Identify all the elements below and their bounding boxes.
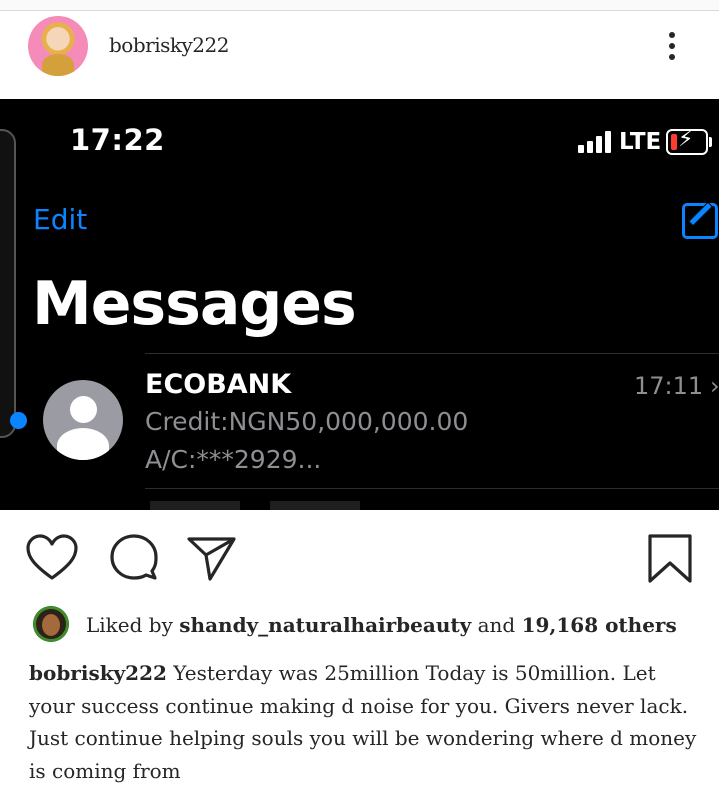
post-caption: bobrisky222 Yesterday was 25million Toda…: [29, 657, 699, 787]
post-username[interactable]: bobrisky222: [109, 33, 229, 57]
more-options-icon[interactable]: [660, 29, 684, 65]
next-message-partial: [150, 501, 450, 510]
contact-avatar-icon: [43, 380, 123, 460]
unread-indicator: [10, 412, 27, 429]
profile-avatar[interactable]: [28, 16, 88, 76]
status-indicators: LTE ⚡: [578, 127, 719, 157]
more-dot: [669, 32, 675, 38]
signal-icon: [578, 131, 614, 153]
more-dot: [669, 54, 675, 60]
likes-row: Liked by shandy_naturalhairbeauty and 19…: [0, 605, 719, 647]
message-sender: ECOBANK: [145, 369, 292, 400]
messages-title: Messages: [32, 269, 357, 339]
liker-username[interactable]: shandy_naturalhairbeauty: [179, 613, 471, 637]
message-preview-line2: A/C:***2929...: [145, 445, 322, 474]
message-preview-line1: Credit:NGN50,000,000.00: [145, 407, 469, 436]
network-label: LTE: [619, 129, 662, 155]
likes-text: Liked by shandy_naturalhairbeauty and 19…: [86, 613, 677, 637]
divider: [145, 353, 719, 354]
more-dot: [669, 43, 675, 49]
message-time: 17:11: [634, 372, 704, 400]
heart-icon[interactable]: [26, 533, 78, 585]
post-header: bobrisky222: [0, 11, 719, 99]
divider: [145, 488, 719, 489]
chevron-right-icon: ›: [710, 372, 719, 400]
post-actions: [0, 510, 719, 602]
post-image[interactable]: 17:22 LTE ⚡ Edit Messages ECOBANK 17:11 …: [0, 99, 719, 510]
bookmark-icon[interactable]: [644, 533, 696, 585]
compose-icon: [682, 203, 718, 239]
top-bar: [0, 0, 719, 11]
likes-middle: and: [471, 613, 522, 637]
phone-side-element: [0, 129, 16, 438]
caption-username[interactable]: bobrisky222: [29, 661, 167, 685]
likes-count[interactable]: 19,168 others: [522, 613, 677, 637]
send-icon[interactable]: [186, 533, 238, 585]
edit-button: Edit: [33, 203, 88, 236]
status-time: 17:22: [70, 123, 165, 157]
likes-prefix: Liked by: [86, 613, 180, 637]
liker-avatar[interactable]: [33, 606, 69, 642]
charging-icon: ⚡: [678, 127, 694, 152]
comment-icon[interactable]: [108, 533, 160, 585]
